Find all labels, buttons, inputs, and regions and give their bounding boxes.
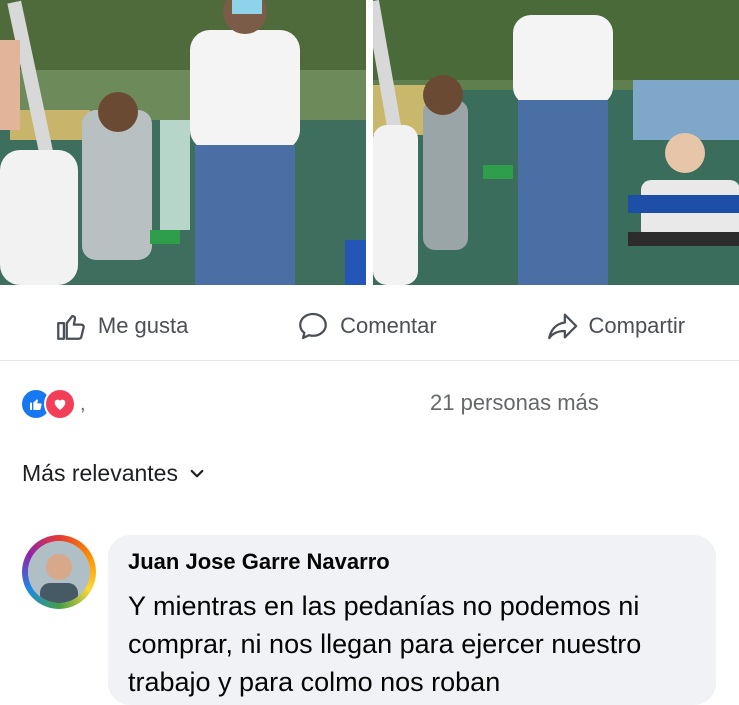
post-action-bar: Me gusta Comentar Compartir — [0, 292, 739, 361]
comment-button[interactable]: Comentar — [296, 309, 437, 343]
photo-left[interactable] — [0, 0, 367, 285]
love-reaction-icon — [44, 388, 76, 420]
like-button[interactable]: Me gusta — [54, 309, 189, 343]
comment-text: Y mientras en las pedanías no podemos ni… — [128, 587, 708, 701]
share-label: Compartir — [589, 313, 686, 339]
share-arrow-icon — [545, 309, 579, 343]
reaction-separator: , — [80, 393, 86, 416]
like-label: Me gusta — [98, 313, 189, 339]
playground-photo-right — [373, 0, 739, 285]
reaction-summary[interactable]: 21 personas más — [430, 390, 599, 416]
share-button[interactable]: Compartir — [545, 309, 686, 343]
comment-label: Comentar — [340, 313, 437, 339]
comment-author[interactable]: Juan Jose Garre Navarro — [128, 549, 390, 575]
thumbs-up-icon — [54, 309, 88, 343]
reaction-icons[interactable]: , — [20, 388, 86, 420]
avatar[interactable] — [22, 535, 96, 609]
comments-filter-dropdown[interactable]: Más relevantes — [22, 460, 206, 487]
comment-bubble: Juan Jose Garre Navarro Y mientras en la… — [108, 535, 716, 705]
comments-filter-label: Más relevantes — [22, 460, 178, 487]
comment-bubble-icon — [296, 309, 330, 343]
chevron-down-icon — [188, 465, 206, 483]
post-photos — [0, 0, 739, 285]
avatar-photo — [28, 541, 90, 603]
playground-photo-left — [0, 0, 366, 285]
photo-right[interactable] — [373, 0, 739, 285]
